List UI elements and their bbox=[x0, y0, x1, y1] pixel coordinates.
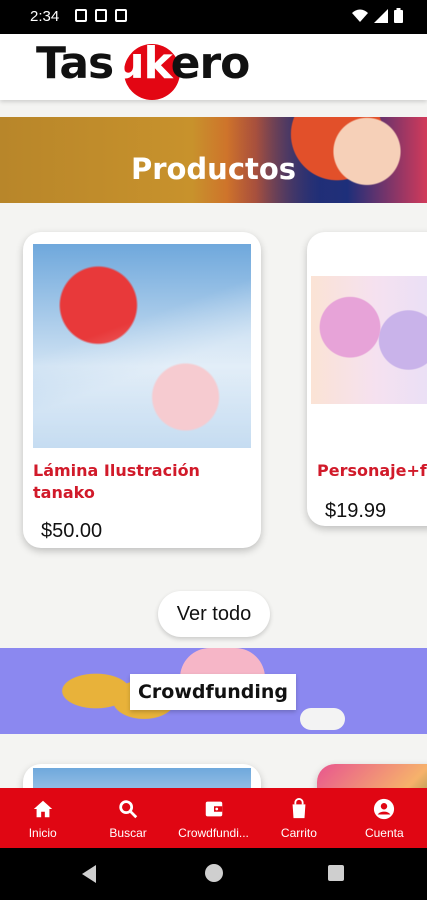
notification-a-icon bbox=[75, 9, 87, 22]
product-card[interactable]: Lámina Ilustración tanako $50.00 bbox=[23, 232, 261, 548]
notification-s-icon bbox=[115, 9, 127, 22]
shopping-bag-icon bbox=[292, 798, 306, 819]
crowdfunding-label: Crowdfunding bbox=[130, 674, 296, 710]
app-header: Tasukero bbox=[0, 34, 427, 100]
system-navigation-bar bbox=[0, 848, 427, 900]
see-all-button[interactable]: Ver todo bbox=[158, 591, 270, 637]
status-bar: 2:34 bbox=[0, 0, 427, 34]
product-card[interactable]: Personaje+fl $19.99 bbox=[307, 232, 427, 526]
nav-item-cuenta[interactable]: Cuenta bbox=[342, 788, 427, 848]
banner-title: Productos bbox=[130, 152, 297, 186]
nav-item-buscar[interactable]: Buscar bbox=[85, 788, 170, 848]
product-image bbox=[311, 276, 427, 404]
nav-item-carrito[interactable]: Carrito bbox=[256, 788, 341, 848]
home-circle-icon[interactable] bbox=[205, 864, 223, 882]
product-name: Personaje+fl bbox=[317, 461, 427, 480]
product-price: $19.99 bbox=[325, 500, 387, 522]
product-name: Lámina Ilustración tanako bbox=[33, 461, 200, 502]
nav-item-inicio[interactable]: Inicio bbox=[0, 788, 85, 848]
system-icons bbox=[352, 8, 403, 23]
lightbulb-illustration bbox=[300, 708, 345, 730]
product-image bbox=[33, 244, 251, 448]
wallet-icon bbox=[205, 801, 222, 817]
back-icon[interactable] bbox=[82, 865, 96, 883]
recent-apps-icon[interactable] bbox=[328, 865, 344, 881]
tasukero-logo[interactable]: Tasukero bbox=[36, 38, 250, 100]
wifi-icon bbox=[352, 9, 368, 22]
bottom-navigation: Inicio Buscar Crowdfundi... Carrito Cuen… bbox=[0, 788, 427, 848]
sim-card-icon bbox=[95, 9, 107, 22]
home-icon bbox=[33, 800, 52, 818]
status-time: 2:34 bbox=[30, 8, 60, 25]
notification-icons bbox=[75, 9, 127, 22]
battery-icon bbox=[394, 8, 403, 23]
signal-icon bbox=[374, 8, 388, 23]
account-icon bbox=[374, 798, 395, 820]
nav-item-crowdfunding[interactable]: Crowdfundi... bbox=[171, 788, 256, 848]
product-price: $50.00 bbox=[41, 520, 103, 542]
search-icon bbox=[119, 800, 138, 819]
